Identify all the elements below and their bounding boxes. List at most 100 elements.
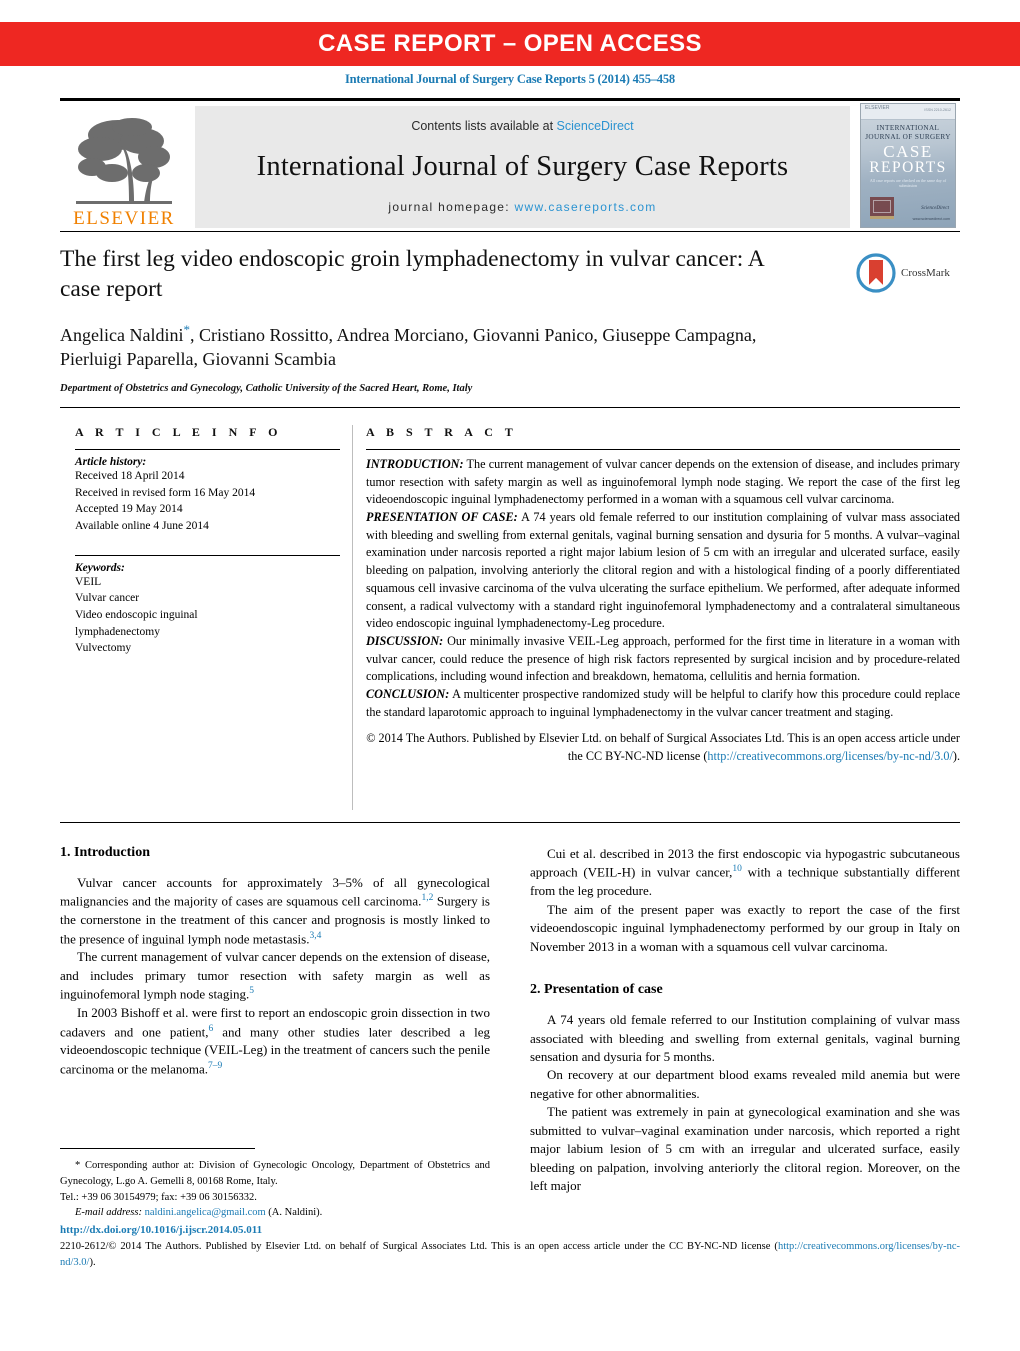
colophon-block: http://dx.doi.org/10.1016/j.ijscr.2014.0…: [60, 1222, 960, 1270]
keyword-item: lymphadenectomy: [75, 625, 160, 638]
abstract-section-text: Our minimally invasive VEIL-Leg approach…: [366, 633, 960, 684]
page-title: The first leg video endoscopic groin lym…: [60, 246, 764, 303]
keywords-label: Keywords:: [75, 561, 125, 574]
cover-title-reports: REPORTS: [869, 159, 947, 176]
abstract-section-label: CONCLUSION:: [366, 686, 450, 701]
footnote-rule: [60, 1148, 255, 1149]
history-online: Available online 4 June 2014: [75, 520, 209, 533]
citation-ref[interactable]: 10: [732, 864, 742, 874]
citation-ref[interactable]: 5: [249, 986, 254, 996]
masthead-rule-bottom: [60, 231, 960, 232]
corresponding-author-note: * Corresponding author at: Division of G…: [60, 1160, 490, 1187]
keyword-item: Vulvectomy: [75, 642, 132, 655]
elsevier-tree-icon: [76, 118, 172, 204]
abstract-section: INTRODUCTION: The current management of …: [366, 456, 960, 509]
open-access-banner: CASE REPORT – OPEN ACCESS: [0, 22, 1020, 66]
masthead-box: Contents lists available at ScienceDirec…: [195, 106, 850, 228]
body-left-column: 1. Introduction Vulvar cancer accounts f…: [60, 845, 490, 1079]
colophon-text: 2210-2612/© 2014 The Authors. Published …: [60, 1240, 778, 1252]
abstract-section: PRESENTATION OF CASE: A 74 years old fem…: [366, 509, 960, 633]
section-heading-presentation-of-case: 2. Presentation of case: [530, 982, 663, 998]
journal-masthead: ELSEVIER Contents lists available at Sci…: [60, 98, 960, 232]
email-link[interactable]: naldini.angelica@gmail.com: [145, 1207, 266, 1218]
abstract-column: A B S T R A C T INTRODUCTION: The curren…: [366, 425, 960, 766]
crossmark-icon: [856, 253, 896, 293]
cover-crest-icon: [870, 197, 894, 219]
cover-subtitle: All case reports are checked on the same…: [869, 178, 947, 188]
author-list: Angelica Naldini*, Cristiano Rossitto, A…: [60, 321, 820, 372]
journal-title: International Journal of Surgery Case Re…: [256, 150, 789, 182]
article-header: The first leg video endoscopic groin lym…: [60, 244, 960, 394]
journal-homepage-line: journal homepage: www.casereports.com: [388, 200, 656, 214]
paragraph: In 2003 Bishoff et al. were first to rep…: [60, 1004, 490, 1078]
abstract-heading: A B S T R A C T: [366, 425, 518, 439]
paragraph: Vulvar cancer accounts for approximately…: [60, 874, 490, 948]
paragraph: The aim of the present paper was exactly…: [530, 901, 960, 954]
paragraph: On recovery at our department blood exam…: [530, 1067, 960, 1101]
sciencedirect-link[interactable]: ScienceDirect: [557, 119, 634, 133]
keyword-item: Video endoscopic inguinal: [75, 609, 198, 622]
citation-ref[interactable]: 7–9: [208, 1061, 222, 1071]
body-right-column: Cui et al. described in 2013 the first e…: [530, 845, 960, 1196]
cover-url-label: www.sciencedirect.com: [912, 217, 950, 221]
paragraph: The patient was extremely in pain at gyn…: [530, 1104, 960, 1194]
cover-issn-label: ISSN 2210-2612: [924, 108, 951, 112]
email-note: E-mail address: naldini.angelica@gmail.c…: [60, 1205, 490, 1221]
keywords-rule: [75, 554, 340, 556]
doi-link[interactable]: http://dx.doi.org/10.1016/j.ijscr.2014.0…: [60, 1224, 262, 1236]
abstract-section-label: DISCUSSION:: [366, 633, 444, 648]
cover-sciencedirect-label: ScienceDirect: [921, 206, 949, 211]
affiliation: Department of Obstetrics and Gynecology,…: [60, 382, 473, 394]
journal-homepage-link[interactable]: www.casereports.com: [515, 200, 657, 214]
footnote-block: * Corresponding author at: Division of G…: [60, 1158, 490, 1221]
contents-prefix: Contents lists available at: [411, 119, 557, 133]
paragraph-text: The current management of vulvar cancer …: [60, 949, 490, 1002]
email-attribution: (A. Naldini).: [268, 1207, 323, 1219]
history-revised: Received in revised form 16 May 2014: [75, 486, 256, 499]
contact-tel-fax: Tel.: +39 06 30154979; fax: +39 06 30156…: [60, 1191, 257, 1203]
author-names: Angelica Naldini: [60, 325, 184, 346]
contents-lists-line: Contents lists available at ScienceDirec…: [411, 119, 633, 133]
info-top-rule: [60, 407, 960, 408]
colophon-license: 2210-2612/© 2014 The Authors. Published …: [60, 1239, 960, 1271]
masthead-rule-top: [60, 98, 960, 101]
keyword-item: VEIL: [75, 575, 102, 588]
history-received: Received 18 April 2014: [75, 470, 185, 482]
homepage-prefix: journal homepage:: [388, 200, 515, 214]
info-rule: [75, 449, 340, 450]
paragraph: Cui et al. described in 2013 the first e…: [530, 845, 960, 901]
abstract-section-label: INTRODUCTION:: [366, 457, 464, 471]
abstract-copyright: © 2014 The Authors. Published by Elsevie…: [366, 730, 960, 765]
section-heading-introduction: 1. Introduction: [60, 845, 150, 860]
crossmark-badge[interactable]: CrossMark: [856, 250, 960, 296]
crossmark-label: CrossMark: [901, 267, 950, 279]
journal-reference-line: International Journal of Surgery Case Re…: [345, 72, 675, 86]
article-info-heading: A R T I C L E I N F O: [75, 425, 282, 439]
banner-label: CASE REPORT – OPEN ACCESS: [318, 30, 702, 57]
abstract-section: DISCUSSION: Our minimally invasive VEIL-…: [366, 633, 960, 686]
citation-ref[interactable]: 1,2: [421, 893, 433, 903]
abstract-section-label: PRESENTATION OF CASE:: [366, 510, 518, 525]
journal-cover-thumbnail: ELSEVIER ISSN 2210-2612 INTERNATIONAL JO…: [860, 103, 956, 228]
abstract-rule: [366, 449, 960, 450]
cc-license-link[interactable]: http://creativecommons.org/licenses/by-n…: [707, 749, 953, 763]
colophon-tail: ).: [89, 1256, 96, 1268]
column-divider: [352, 425, 353, 810]
copyright-tail: ).: [952, 749, 960, 763]
elsevier-logo: ELSEVIER: [64, 106, 184, 228]
body-top-rule: [60, 822, 960, 823]
abstract-section-text: A multicenter prospective randomized stu…: [366, 686, 960, 719]
paragraph-text: Vulvar cancer accounts for approximately…: [60, 875, 490, 909]
citation-ref[interactable]: 3,4: [309, 931, 321, 941]
elsevier-wordmark: ELSEVIER: [73, 208, 175, 229]
abstract-section: CONCLUSION: A multicenter prospective ra…: [366, 686, 960, 721]
cover-elsevier-label: ELSEVIER: [865, 105, 890, 111]
history-accepted: Accepted 19 May 2014: [75, 503, 183, 516]
abstract-section-text: A 74 years old female referred to our in…: [366, 510, 960, 631]
article-info-column: A R T I C L E I N F O Article history: R…: [75, 425, 340, 657]
email-label: E-mail address:: [75, 1207, 142, 1219]
cover-line-1: INTERNATIONAL: [876, 124, 940, 132]
paragraph: The current management of vulvar cancer …: [60, 948, 490, 1004]
cover-title-case: CASE: [883, 142, 933, 161]
